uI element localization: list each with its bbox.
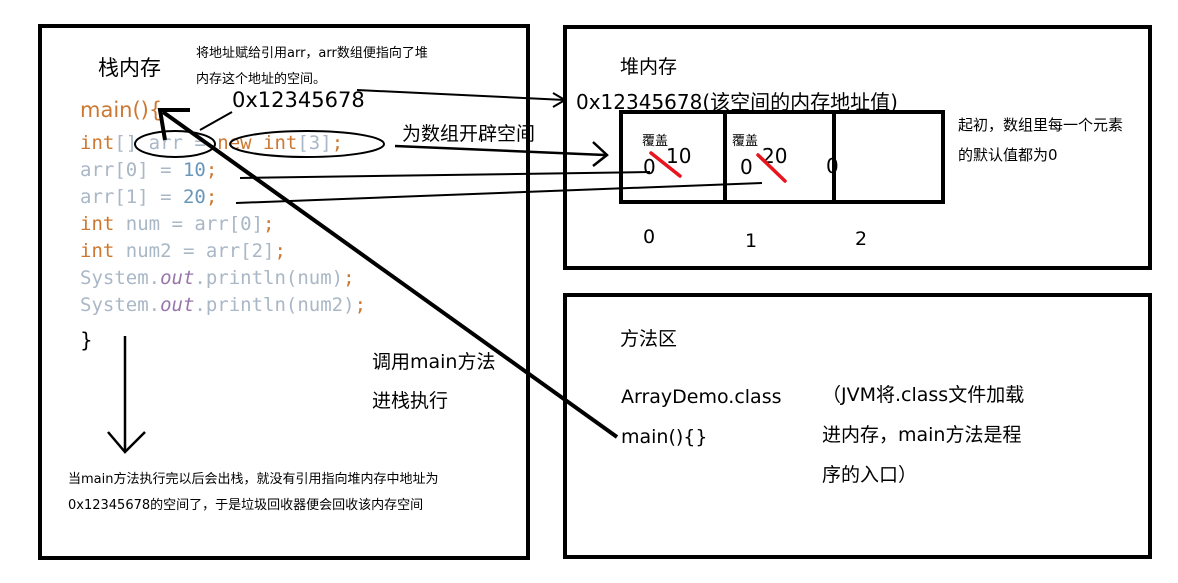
- address-pointer-line: [199, 111, 233, 131]
- exit-down-arrowhead: [107, 431, 146, 454]
- method-to-main-arrow: [161, 110, 619, 439]
- jvm-memory-diagram: 栈内存 将地址赋给引用arr，arr数组便指向了堆 内存这个地址的空间。 0x1…: [0, 0, 1178, 583]
- arr0-line: [239, 171, 651, 179]
- strike-cell-1: [756, 153, 787, 183]
- alloc-arrow: [394, 141, 609, 167]
- address-to-heap-arrow: [356, 89, 567, 108]
- strike-cell-0: [649, 151, 682, 178]
- new-ellipse: [229, 130, 385, 158]
- arr-ellipse: [134, 130, 216, 158]
- connector-lines: [107, 89, 787, 454]
- arr1-line: [235, 182, 763, 204]
